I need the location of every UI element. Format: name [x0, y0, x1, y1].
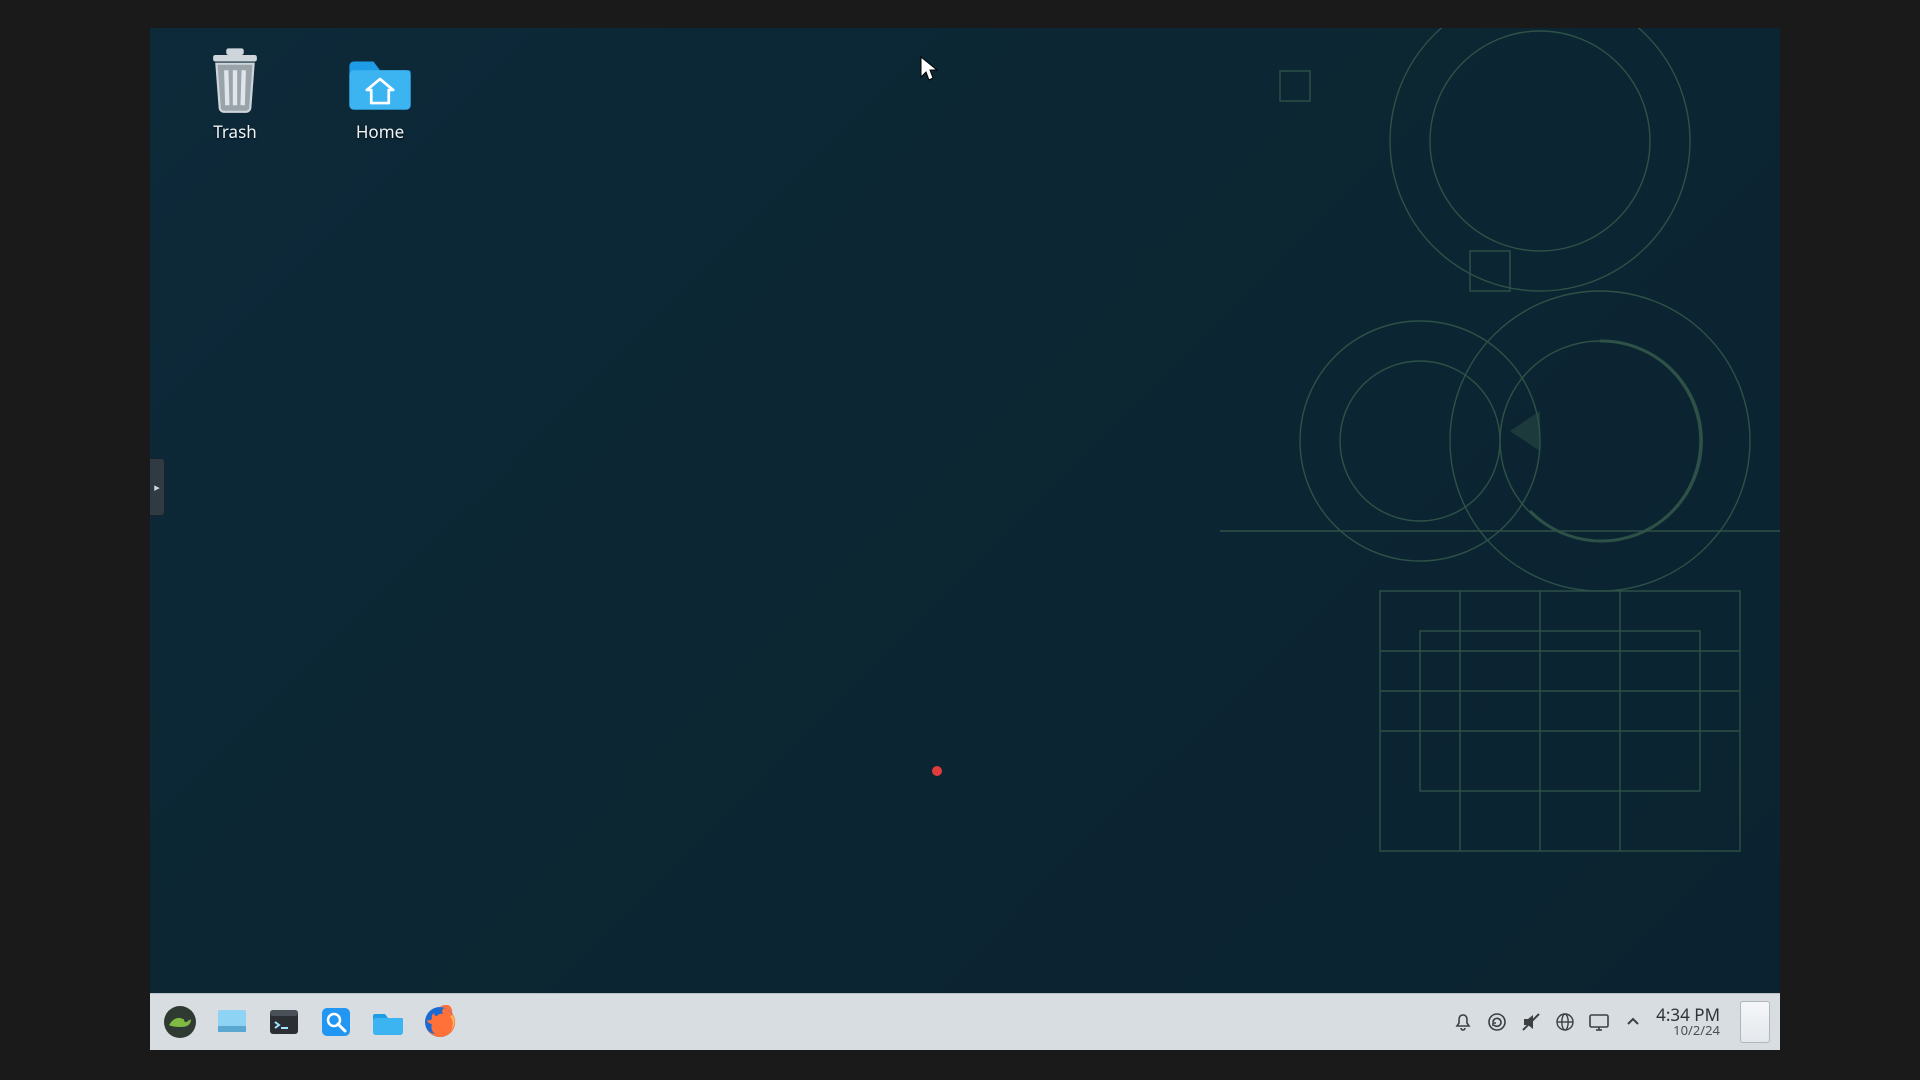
notifications-button[interactable]: [1452, 1011, 1474, 1033]
desktop-icon-label: Home: [356, 120, 404, 143]
terminal-icon: [268, 1006, 300, 1038]
updates-button[interactable]: [1486, 1011, 1508, 1033]
network-button[interactable]: [1554, 1011, 1576, 1033]
discover-button[interactable]: [312, 998, 360, 1046]
mouse-cursor: [920, 56, 938, 82]
firefox-icon: [423, 1005, 457, 1039]
notifications-icon: [1453, 1012, 1473, 1032]
display-icon: [1588, 1012, 1610, 1032]
network-icon: [1555, 1012, 1575, 1032]
desktop-icon-trash[interactable]: Trash: [180, 44, 290, 143]
tray-expand-button[interactable]: [1622, 1011, 1644, 1033]
desktop-pager-button[interactable]: [208, 998, 256, 1046]
discover-icon: [320, 1006, 352, 1038]
side-panel-toggle[interactable]: ▸: [150, 458, 165, 516]
desktop-icon-label: Trash: [213, 120, 256, 143]
show-desktop-button[interactable]: [1740, 1001, 1770, 1043]
trash-icon: [200, 44, 270, 114]
display-button[interactable]: [1588, 1011, 1610, 1033]
desktop-wallpaper[interactable]: ▸ Trash: [150, 28, 1780, 994]
chevron-up-icon: [1625, 1014, 1641, 1030]
firefox-button[interactable]: [416, 998, 464, 1046]
taskbar-launchers: [150, 998, 464, 1046]
desktop-pager-icon: [216, 1006, 248, 1038]
audio-button[interactable]: [1520, 1011, 1542, 1033]
clock-date: 10/2/24: [1656, 1024, 1720, 1038]
file-manager-button[interactable]: [364, 998, 412, 1046]
terminal-button[interactable]: [260, 998, 308, 1046]
taskbar: 4:34 PM 10/2/24: [150, 993, 1780, 1050]
marker-dot: [932, 766, 942, 776]
clock[interactable]: 4:34 PM 10/2/24: [1656, 1006, 1720, 1037]
application-menu-button[interactable]: [156, 998, 204, 1046]
desktop-icon-home[interactable]: Home: [325, 44, 435, 143]
audio-muted-icon: [1521, 1012, 1541, 1032]
folder-icon: [371, 1005, 405, 1039]
opensuse-menu-icon: [163, 1005, 197, 1039]
updates-icon: [1487, 1012, 1507, 1032]
system-tray: 4:34 PM 10/2/24: [1452, 1001, 1780, 1043]
wallpaper-art: [1220, 28, 1780, 994]
home-folder-icon: [345, 44, 415, 114]
